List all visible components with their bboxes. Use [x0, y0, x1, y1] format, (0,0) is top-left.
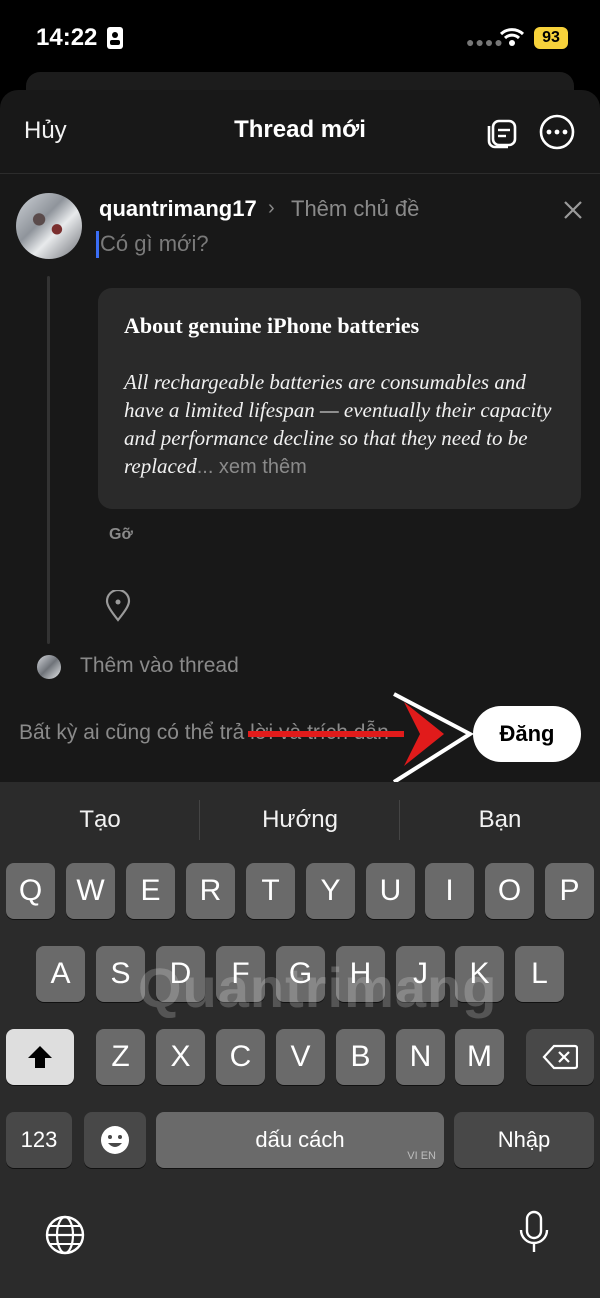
key[interactable]: R [186, 863, 235, 919]
avatar-small [37, 655, 61, 679]
key[interactable]: E [126, 863, 175, 919]
wifi-icon [499, 28, 525, 46]
drafts-icon[interactable] [484, 114, 520, 150]
more-icon[interactable] [538, 113, 576, 151]
key[interactable]: I [425, 863, 474, 919]
see-more-link[interactable]: ... xem thêm [197, 456, 307, 478]
key[interactable]: Q [6, 863, 55, 919]
thread-line [47, 276, 50, 644]
key[interactable]: A [36, 946, 85, 1002]
suggestion-2[interactable]: Hướng [200, 806, 400, 834]
key[interactable]: P [545, 863, 594, 919]
portrait-lock-icon [107, 27, 123, 49]
status-time: 14:22 [36, 24, 98, 51]
enter-key[interactable]: Nhập [454, 1112, 594, 1168]
username: quantrimang17 [99, 196, 257, 221]
key[interactable]: U [366, 863, 415, 919]
suggestion-3[interactable]: Bạn [400, 806, 600, 834]
space-label: dấu cách [255, 1127, 345, 1152]
chevron-right-icon: › [268, 197, 275, 219]
key[interactable]: M [455, 1029, 504, 1085]
microphone-icon[interactable] [516, 1210, 552, 1256]
key[interactable]: B [336, 1029, 385, 1085]
annotation-arrow-icon [248, 692, 474, 784]
card-title: About genuine iPhone batteries [124, 313, 420, 338]
key[interactable]: Y [306, 863, 355, 919]
card-body: All rechargeable batteries are consumabl… [124, 368, 564, 481]
numbers-key[interactable]: 123 [6, 1112, 72, 1168]
language-indicator: VI EN [407, 1150, 436, 1162]
backspace-icon [542, 1044, 578, 1070]
backspace-key[interactable] [526, 1029, 594, 1085]
key[interactable]: C [216, 1029, 265, 1085]
close-icon[interactable] [563, 200, 583, 220]
remove-button[interactable]: Gỡ [109, 526, 133, 544]
header-divider [0, 173, 600, 174]
emoji-icon [101, 1126, 129, 1154]
compose-input[interactable]: Có gì mới? [100, 231, 209, 257]
key[interactable]: Z [96, 1029, 145, 1085]
key[interactable]: L [515, 946, 564, 1002]
avatar[interactable] [16, 193, 82, 259]
location-pin-icon[interactable] [104, 590, 132, 622]
key[interactable]: T [246, 863, 295, 919]
post-button[interactable]: Đăng [473, 706, 581, 762]
key[interactable]: W [66, 863, 115, 919]
add-to-thread-button[interactable]: Thêm vào thread [80, 654, 239, 678]
shift-icon [28, 1046, 52, 1068]
globe-icon[interactable] [44, 1214, 86, 1256]
card-text: All rechargeable batteries are consumabl… [124, 370, 552, 478]
key[interactable]: V [276, 1029, 325, 1085]
battery-indicator: 93 [534, 27, 568, 49]
shift-key[interactable] [6, 1029, 74, 1085]
topic-input[interactable]: Thêm chủ đề [291, 196, 419, 222]
suggestion-1[interactable]: Tạo [0, 806, 200, 834]
key[interactable]: N [396, 1029, 445, 1085]
space-key[interactable]: dấu cách VI EN [156, 1112, 444, 1168]
watermark: Quantrimang [138, 956, 498, 1019]
key[interactable]: O [485, 863, 534, 919]
key[interactable]: X [156, 1029, 205, 1085]
text-cursor [96, 231, 99, 258]
emoji-key[interactable] [84, 1112, 146, 1168]
